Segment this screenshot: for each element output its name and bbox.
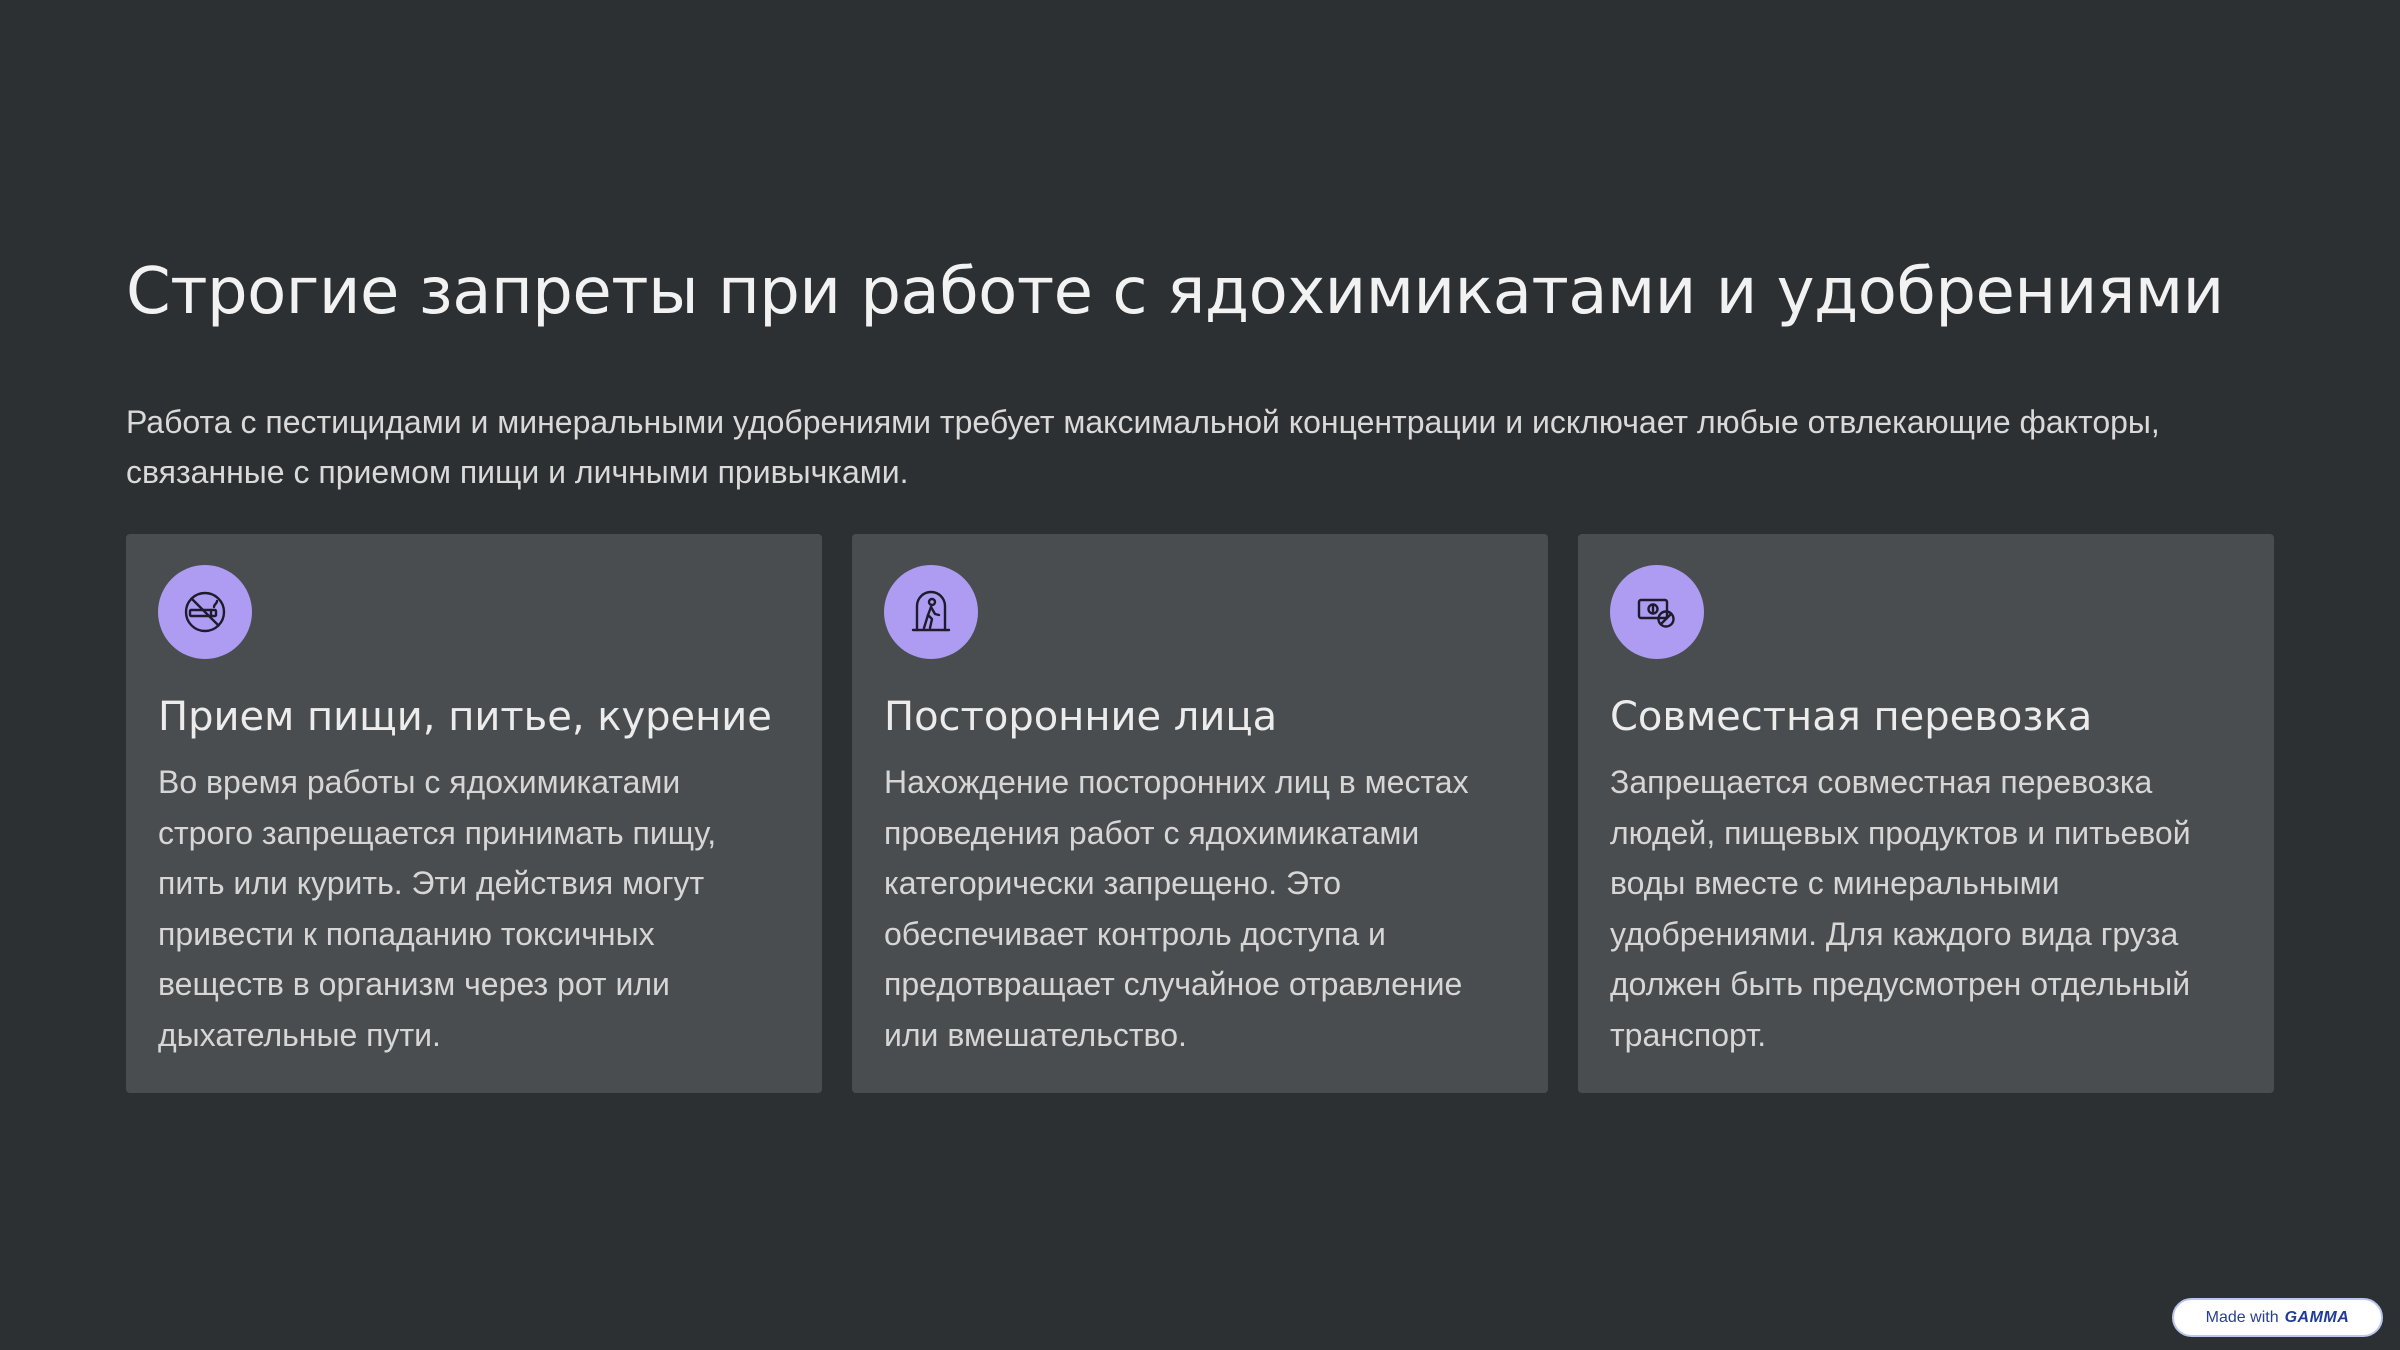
cards-row: Прием пищи, питье, курение Во время рабо… bbox=[126, 534, 2274, 1093]
card-icon-badge bbox=[884, 565, 978, 659]
no-money-transport-icon bbox=[1637, 598, 1675, 628]
card-text: Запрещается совместная перевозка людей, … bbox=[1610, 764, 2191, 1053]
card-icon-badge bbox=[158, 565, 252, 659]
made-with-label: Made with bbox=[2205, 1308, 2279, 1326]
slide-subtitle: Работа с пестицидами и минеральными удоб… bbox=[126, 404, 2160, 490]
gamma-logo: GAMMA bbox=[2284, 1308, 2350, 1326]
made-with-gamma-badge[interactable]: Made with GAMMA bbox=[2172, 1298, 2383, 1337]
slide-title: Строгие запреты при работе с ядохимиката… bbox=[126, 255, 2224, 329]
no-smoking-icon bbox=[184, 591, 226, 633]
card-food-drink-smoking: Прием пищи, питье, курение Во время рабо… bbox=[126, 534, 822, 1093]
card-title: Посторонние лица bbox=[884, 694, 1278, 740]
card-text: Во время работы с ядохимикатами строго з… bbox=[158, 764, 717, 1053]
card-icon-badge bbox=[1610, 565, 1704, 659]
card-title: Совместная перевозка bbox=[1610, 694, 2093, 740]
card-text: Нахождение посторонних лиц в местах пров… bbox=[884, 764, 1469, 1053]
card-outsiders: Посторонние лица Нахождение посторонних … bbox=[852, 534, 1548, 1093]
card-title: Прием пищи, питье, курение bbox=[158, 694, 772, 740]
person-in-doorway-icon bbox=[911, 590, 951, 632]
card-joint-transport: Совместная перевозка Запрещается совмест… bbox=[1578, 534, 2274, 1093]
